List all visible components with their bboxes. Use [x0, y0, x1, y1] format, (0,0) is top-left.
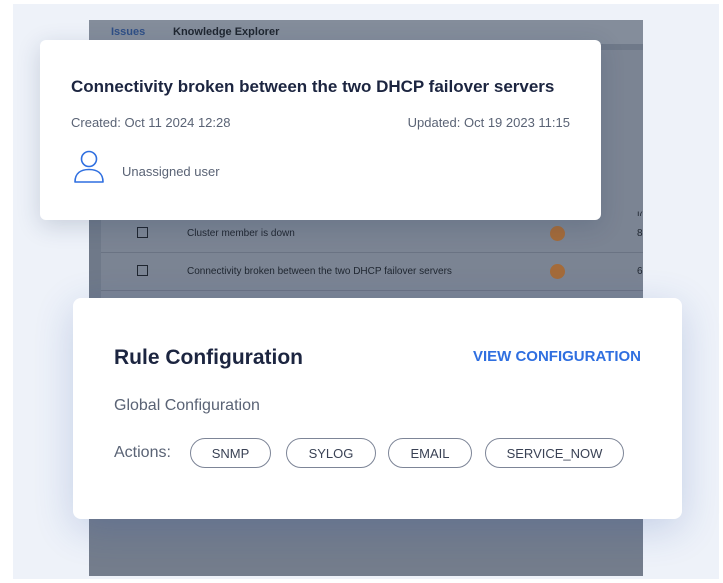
action-email-button[interactable]: EMAIL — [388, 438, 472, 468]
assignee-label: Unassigned user — [122, 164, 220, 179]
severity-dot — [550, 264, 565, 279]
row-checkbox[interactable] — [137, 227, 148, 238]
issue-card[interactable]: Connectivity broken between the two DHCP… — [40, 40, 601, 220]
user-icon — [74, 150, 104, 183]
issue-title: Connectivity broken between the two DHCP… — [71, 77, 555, 96]
action-service-now-button[interactable]: SERVICE_NOW — [485, 438, 624, 468]
tab-issues[interactable]: Issues — [111, 26, 145, 38]
view-configuration-link[interactable]: VIEW CONFIGURATION — [473, 348, 641, 365]
global-configuration-label: Global Configuration — [114, 397, 260, 414]
action-snmp-button[interactable]: SNMP — [190, 438, 271, 468]
actions-label: Actions: — [114, 444, 171, 461]
severity-dot — [550, 226, 565, 241]
tab-knowledge-explorer[interactable]: Knowledge Explorer — [173, 26, 279, 38]
row-checkbox[interactable] — [137, 265, 148, 276]
rule-configuration-card: Rule Configuration VIEW CONFIGURATION Gl… — [73, 298, 682, 519]
action-sylog-button[interactable]: SYLOG — [286, 438, 376, 468]
rule-config-title: Rule Configuration — [114, 346, 303, 369]
updated-date: Updated: Oct 19 2023 11:15 — [407, 115, 570, 130]
row-id: 8 — [637, 228, 643, 239]
row-title: Cluster member is down — [187, 228, 295, 239]
table-row[interactable]: Cluster member is down 8 — [101, 216, 643, 253]
table-row[interactable]: Connectivity broken between the two DHCP… — [101, 254, 643, 291]
created-date: Created: Oct 11 2024 12:28 — [71, 115, 231, 130]
row-title: Connectivity broken between the two DHCP… — [187, 266, 452, 277]
row-id: 6 — [637, 266, 643, 277]
